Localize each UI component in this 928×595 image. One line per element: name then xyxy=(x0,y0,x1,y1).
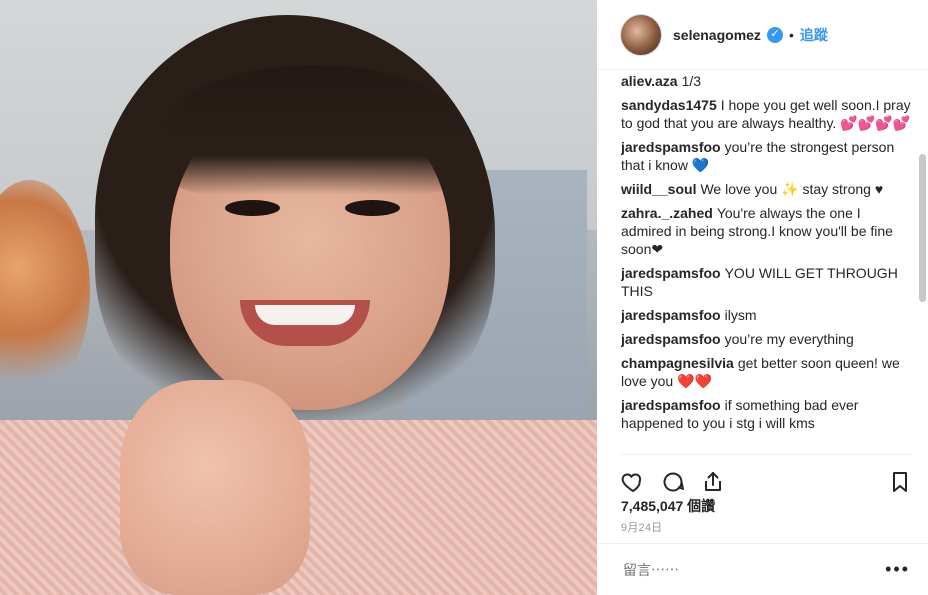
photo-left-eye xyxy=(225,200,280,216)
comment-username[interactable]: aliev.aza xyxy=(621,73,678,89)
comment-item: jaredspamsfoo if something bad ever happe… xyxy=(621,396,912,432)
add-comment-bar: ••• xyxy=(597,543,928,595)
bookmark-outline-icon xyxy=(893,471,907,492)
comment-item: aliev.aza 1/3 xyxy=(621,72,912,90)
comment-button[interactable] xyxy=(661,470,685,494)
header-userline: selenagomez ✓ • 追蹤 xyxy=(673,25,828,45)
comment-input[interactable] xyxy=(621,560,865,579)
comments-scrollbar[interactable] xyxy=(919,154,926,302)
photo-hand xyxy=(120,380,310,595)
verified-badge-icon: ✓ xyxy=(766,26,783,43)
like-button[interactable] xyxy=(621,470,645,494)
photo-bangs xyxy=(165,65,465,195)
separator-dot: • xyxy=(788,26,794,43)
photo-teeth xyxy=(255,305,355,325)
comment-bubble-icon xyxy=(663,472,684,491)
heart-outline-icon xyxy=(621,473,642,492)
post-viewer: selenagomez ✓ • 追蹤 aliev.aza 1/3 sandydas… xyxy=(0,0,928,595)
comment-item: jaredspamsfoo YOU WILL GET THROUGH THIS xyxy=(621,264,912,300)
comment-text: ilysm xyxy=(724,307,757,323)
follow-button[interactable]: 追蹤 xyxy=(800,25,828,45)
comment-item: jaredspamsfoo you’re my everything xyxy=(621,330,912,348)
username-link[interactable]: selenagomez xyxy=(673,27,761,43)
post-actions-bar xyxy=(621,454,912,500)
comment-username[interactable]: jaredspamsfoo xyxy=(621,397,721,413)
post-side-panel: selenagomez ✓ • 追蹤 aliev.aza 1/3 sandydas… xyxy=(597,0,928,595)
comment-username[interactable]: sandydas1475 xyxy=(621,97,717,113)
share-button[interactable] xyxy=(701,470,725,494)
save-button[interactable] xyxy=(888,470,912,494)
post-header: selenagomez ✓ • 追蹤 xyxy=(597,0,928,70)
post-photo[interactable] xyxy=(0,0,597,595)
comment-username[interactable]: jaredspamsfoo xyxy=(621,139,721,155)
comment-username[interactable]: jaredspamsfoo xyxy=(621,331,721,347)
comments-list[interactable]: aliev.aza 1/3 sandydas1475 I hope you get … xyxy=(621,70,912,454)
comment-username[interactable]: jaredspamsfoo xyxy=(621,307,721,323)
comment-username[interactable]: champagnesilvia xyxy=(621,355,734,371)
comment-text: We love you ✨ stay strong ♥ xyxy=(700,181,884,197)
avatar[interactable] xyxy=(621,14,661,55)
comment-item: jaredspamsfoo you’re the strongest person… xyxy=(621,138,912,174)
post-date[interactable]: 9月24日 xyxy=(621,519,662,535)
comment-text: 1/3 xyxy=(681,73,702,89)
comment-item: zahra._.zahed You're always the one I adm… xyxy=(621,204,912,258)
verified-check: ✓ xyxy=(770,28,780,40)
comment-text: you’re my everything xyxy=(724,331,854,347)
comment-item: jaredspamsfoo ilysm xyxy=(621,306,912,324)
comment-username[interactable]: jaredspamsfoo xyxy=(621,265,721,281)
share-upload-icon xyxy=(705,471,721,491)
comment-item: champagnesilvia get better soon queen! we… xyxy=(621,354,912,390)
likes-count[interactable]: 7,485,047 個讚 xyxy=(621,496,715,516)
more-options-button[interactable]: ••• xyxy=(885,559,910,580)
comment-username[interactable]: zahra._.zahed xyxy=(621,205,713,221)
comment-item: wiild__soul We love you ✨ stay strong ♥ xyxy=(621,180,912,198)
photo-right-eye xyxy=(345,200,400,216)
comment-username[interactable]: wiild__soul xyxy=(621,181,696,197)
comment-item: sandydas1475 I hope you get well soon.I p… xyxy=(621,96,912,132)
